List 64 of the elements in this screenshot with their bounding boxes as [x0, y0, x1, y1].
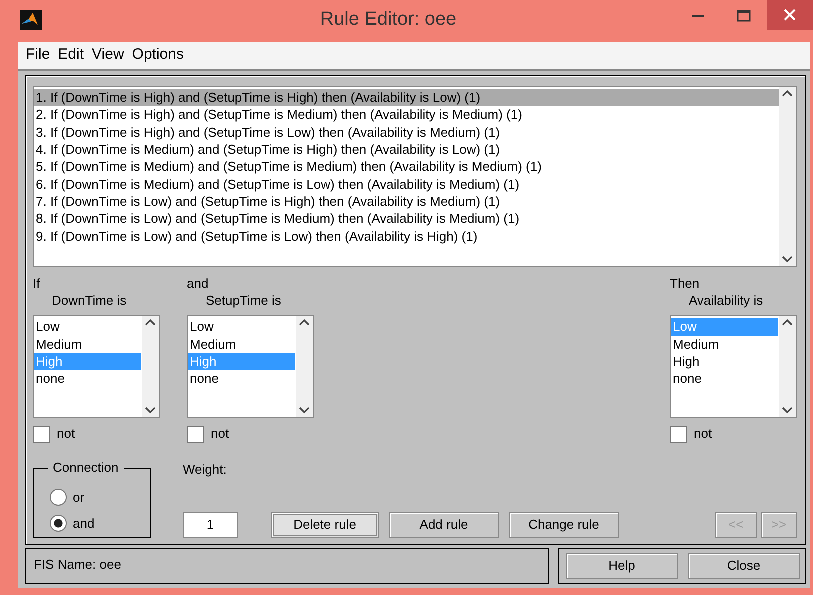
keyword-label: Then [670, 276, 701, 292]
rule-button[interactable]: Add rule [389, 512, 499, 538]
dialog-button[interactable]: Help [566, 553, 678, 579]
keyword-label: and [187, 276, 210, 292]
maximize-icon [737, 10, 751, 22]
not-checkbox[interactable] [670, 426, 687, 442]
scroll-up-icon[interactable] [782, 319, 793, 326]
not-checkbox[interactable] [33, 426, 50, 442]
scroll-up-icon[interactable] [145, 319, 156, 326]
rule-item[interactable]: 7. If (DownTime is Low) and (SetupTime is High) then (Availability is Medium) (1) [34, 193, 779, 210]
scroll-down-icon[interactable] [145, 407, 156, 414]
rule-item[interactable]: 5. If (DownTime is Medium) and (SetupTime is Medium) then (Availability is Medium) (1) [34, 158, 779, 176]
rule-list[interactable] [33, 86, 797, 267]
dialog-button[interactable]: Close [688, 553, 800, 579]
list-item[interactable]: Low [188, 318, 295, 336]
variable-label: DownTime is [51, 292, 128, 310]
input-list[interactable]: Low Medium High none [187, 315, 314, 418]
scroll-down-icon[interactable] [299, 407, 310, 414]
app-logo-icon [20, 10, 42, 30]
close-button[interactable] [767, 0, 813, 30]
not-checkbox[interactable] [187, 426, 204, 442]
list-item[interactable]: none [34, 370, 141, 388]
list-item[interactable]: High [671, 353, 778, 370]
list-item[interactable]: Medium [34, 336, 141, 354]
close-icon [784, 9, 796, 21]
scroll-down-icon[interactable] [782, 407, 793, 414]
rule-item[interactable]: 3. If (DownTime is High) and (SetupTime is Low) then (Availability is Medium) (1) [34, 124, 779, 141]
scroll-down-icon[interactable] [782, 256, 793, 263]
rule-item[interactable]: 1. If (DownTime is High) and (SetupTime is High) then (Availability is Low) (1) [34, 88, 779, 106]
status-text: FIS Name: oee [25, 548, 549, 584]
radio-button[interactable] [50, 489, 67, 506]
list-item[interactable]: Low [34, 318, 141, 336]
rule-item[interactable]: 4. If (DownTime is Medium) and (SetupTime is High) then (Availability is Low) (1) [34, 140, 779, 158]
output-list[interactable]: Low Medium High none [670, 315, 797, 418]
menu-item[interactable]: Edit [54, 44, 88, 66]
weight-field[interactable]: 1 [183, 512, 238, 538]
checkbox-label: not [57, 425, 76, 444]
variable-label: SetupTime is [205, 292, 282, 310]
menu-item[interactable]: View [88, 44, 128, 66]
rule-item[interactable]: 8. If (DownTime is Low) and (SetupTime is Medium) then (Availability is Medium) (1) [34, 210, 779, 228]
rule-button[interactable]: Change rule [509, 512, 619, 538]
list-item[interactable]: Medium [188, 336, 295, 354]
rule-button[interactable]: Delete rule [271, 512, 379, 538]
scroll-up-icon[interactable] [299, 319, 310, 326]
menu-item[interactable]: File [22, 44, 54, 66]
minimize-icon [692, 14, 704, 18]
list-item[interactable]: Medium [671, 336, 778, 354]
radio-label: or [73, 489, 85, 507]
keyword-label: If [33, 276, 42, 292]
window-title: Rule Editor: oee [319, 8, 458, 32]
variable-label: Availability is [688, 292, 764, 310]
weight-label: Weight: [183, 460, 228, 479]
scroll-up-icon[interactable] [782, 90, 793, 97]
list-item[interactable]: none [671, 370, 778, 388]
rule-item[interactable]: 6. If (DownTime is Medium) and (SetupTime is Low) then (Availability is Medium) (1) [34, 176, 779, 194]
rule-item[interactable]: 2. If (DownTime is High) and (SetupTime is Medium) then (Availability is Medium) (1) [34, 106, 779, 124]
menu-item[interactable]: Options [128, 44, 188, 66]
checkbox-label: not [694, 425, 712, 444]
input-list[interactable]: Low Medium High none [33, 315, 160, 418]
radio-label: and [73, 515, 95, 533]
checkbox-label: not [211, 425, 230, 444]
radio-button[interactable] [50, 515, 67, 532]
rule-item[interactable]: 9. If (DownTime is Low) and (SetupTime is Low) then (Availability is High) (1) [34, 228, 779, 246]
list-item[interactable]: none [188, 370, 295, 388]
